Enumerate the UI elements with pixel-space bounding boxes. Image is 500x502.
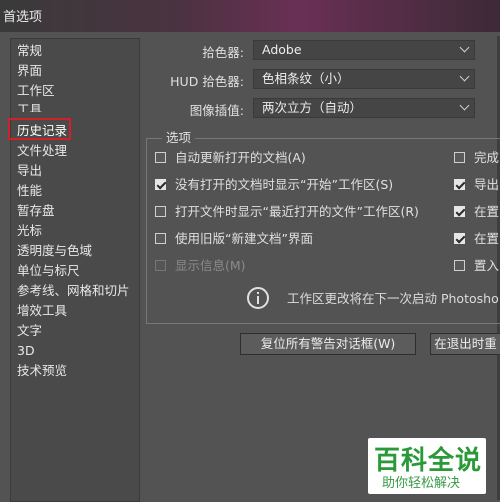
sidebar-item-type[interactable]: 文字 [17,321,42,341]
title-bar: 首选项 [0,0,500,32]
reset-on-exit-button[interactable]: 在退出时重 [430,333,500,355]
option-label: 没有打开的文档时显示“开始”工作区(S) [175,177,394,192]
info-icon [247,287,269,309]
checkbox-checked[interactable] [155,179,166,190]
watermark-logo: 百科全说 助你轻松解决 [368,438,486,494]
checkbox-disabled [155,260,166,271]
watermark-sub-text: 助你轻松解决 [382,476,461,491]
sidebar-item-export[interactable]: 导出 [17,161,42,181]
sidebar-item-general[interactable]: 常规 [17,41,42,61]
color-picker-select[interactable]: Adobe [253,40,475,60]
sidebar-item-tools[interactable]: 工具 [17,100,42,112]
hud-color-picker-label: HUD 拾色器: [170,74,244,89]
option-label: 自动更新打开的文档(A) [175,150,306,165]
sidebar-item-file-handling[interactable]: 文件处理 [17,141,67,161]
image-interpolation-label: 图像插值: [189,103,244,118]
sidebar: 常规 界面 工作区 工具 历史记录 文件处理 导出 性能 暂存盘 光标 透明度与… [10,38,140,502]
sidebar-item-cursors[interactable]: 光标 [17,221,42,241]
options-group-title: 选项 [162,127,196,146]
sidebar-item-performance[interactable]: 性能 [17,181,42,201]
image-interpolation-select[interactable]: 两次立方（自动） [253,98,475,118]
option-label: 完成 [474,150,500,165]
checkbox[interactable] [155,206,166,217]
option-label: 打开文件时显示“最近打开的文件”工作区(R) [175,204,419,219]
sidebar-item-plugins[interactable]: 增效工具 [17,301,67,321]
option-label: 在置 [474,231,500,246]
sidebar-item-history[interactable]: 历史记录 [17,121,67,141]
image-interpolation-value: 两次立方（自动） [262,100,363,115]
checkbox[interactable] [454,152,465,163]
workspace-restart-note: 工作区更改将在下一次启动 Photosho [287,291,499,306]
sidebar-item-guides-grid[interactable]: 参考线、网格和切片 [17,281,130,301]
sidebar-item-workspace[interactable]: 工作区 [17,81,55,101]
window-title: 首选项 [3,10,43,25]
reset-warnings-button[interactable]: 复位所有警告对话框(W) [240,333,416,355]
checkbox[interactable] [155,233,166,244]
option-label: 置入 [474,258,500,273]
sidebar-item-units-rulers[interactable]: 单位与标尺 [17,261,80,281]
color-picker-value: Adobe [262,42,302,57]
sidebar-item-scratch-disks[interactable]: 暂存盘 [17,201,55,221]
color-picker-label: 拾色器: [202,45,244,60]
option-label: 导出 [474,177,500,192]
option-label: 显示信息(M) [175,258,246,273]
checkbox-checked[interactable] [454,206,465,217]
sidebar-item-3d[interactable]: 3D [17,341,35,361]
checkbox-checked[interactable] [454,233,465,244]
hud-color-picker-value: 色相条纹（小） [262,71,350,86]
chevron-down-icon [459,100,470,111]
checkbox-checked[interactable] [454,179,465,190]
sidebar-item-tech-preview[interactable]: 技术预览 [17,361,67,381]
option-label: 在置 [474,204,500,219]
chevron-down-icon [459,42,470,53]
option-label: 使用旧版“新建文档”界面 [175,231,313,246]
chevron-down-icon [459,71,470,82]
checkbox[interactable] [155,152,166,163]
checkbox[interactable] [454,260,465,271]
sidebar-item-transparency[interactable]: 透明度与色域 [17,241,92,261]
sidebar-item-interface[interactable]: 界面 [17,61,42,81]
hud-color-picker-select[interactable]: 色相条纹（小） [253,69,475,89]
